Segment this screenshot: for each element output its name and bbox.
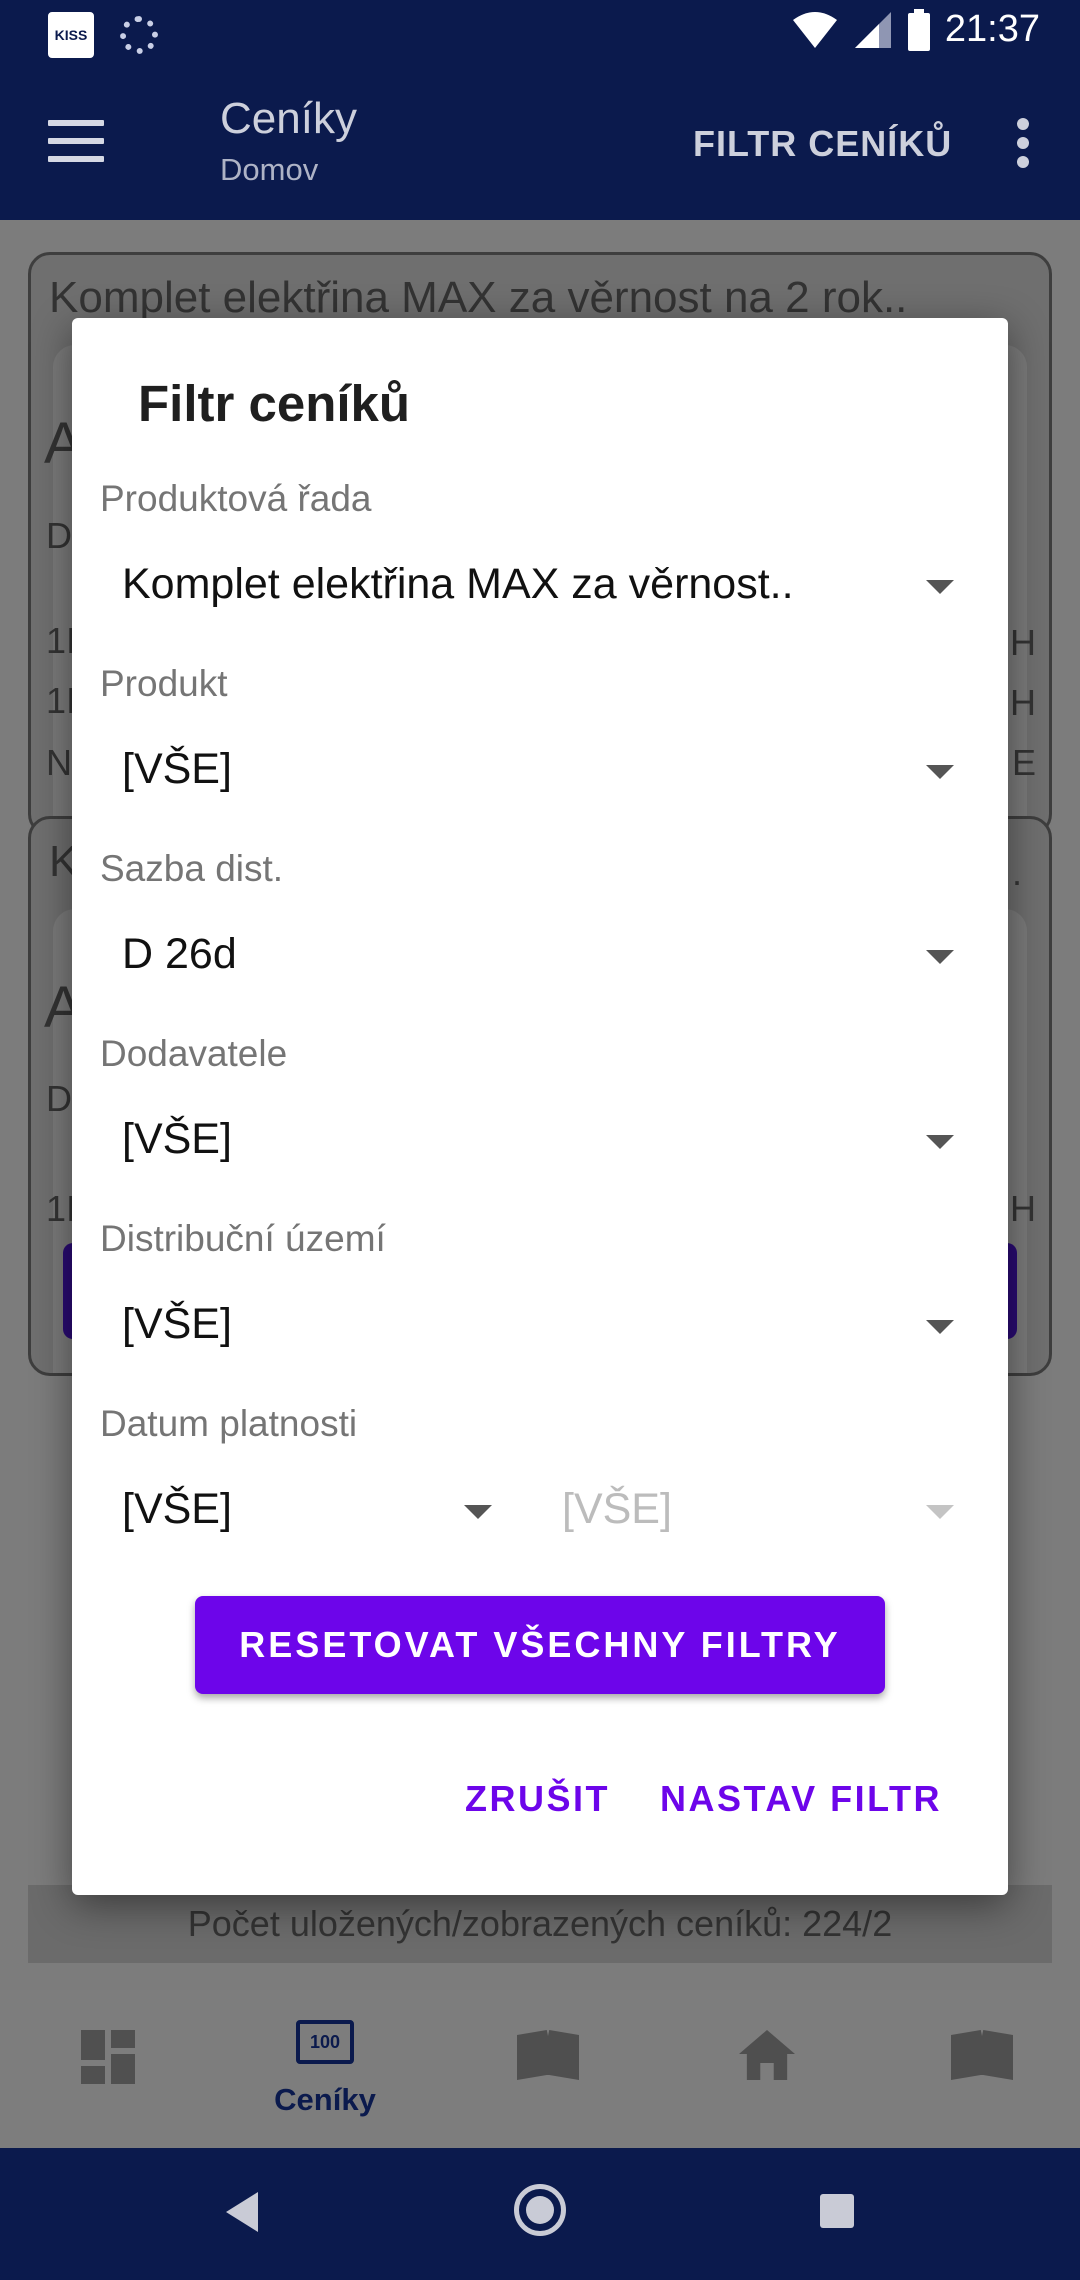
dist-area-value: [VŠE] xyxy=(122,1300,232,1348)
book-icon xyxy=(517,2030,579,2080)
product-select[interactable]: [VŠE] xyxy=(122,727,954,817)
valid-date-from-value: [VŠE] xyxy=(122,1485,232,1533)
overflow-menu-icon[interactable] xyxy=(1016,118,1030,168)
dist-rate-select[interactable]: D 26d xyxy=(122,912,954,1002)
map-book-icon xyxy=(951,2030,1013,2080)
dropdown-arrow-icon xyxy=(926,1135,954,1149)
cell-signal-icon xyxy=(854,11,891,48)
apply-filter-button[interactable]: NASTAV FILTR xyxy=(660,1778,942,1820)
kiss-app-icon: KISS xyxy=(48,12,94,58)
dist-rate-label: Sazba dist. xyxy=(100,848,284,889)
product-line-label: Produktová řada xyxy=(100,478,372,519)
valid-date-to-value: [VŠE] xyxy=(562,1485,672,1533)
nav-prices-label: Ceníky xyxy=(274,2082,376,2117)
dropdown-arrow-icon xyxy=(926,580,954,594)
status-bar: KISS 21:37 xyxy=(0,0,1080,68)
nav-dashboard[interactable] xyxy=(68,2030,148,2110)
dist-rate-value: D 26d xyxy=(122,930,237,978)
reset-all-filters-button[interactable]: RESETOVAT VŠECHNY FILTRY xyxy=(195,1596,885,1694)
system-home-icon[interactable] xyxy=(514,2184,566,2236)
product-label: Produkt xyxy=(100,663,228,704)
nav-prices[interactable]: 100 Ceníky xyxy=(270,2020,380,2117)
product-value: [VŠE] xyxy=(122,745,232,793)
dropdown-arrow-icon xyxy=(926,950,954,964)
nav-book[interactable] xyxy=(508,2030,588,2110)
price-list-icon: 100 xyxy=(296,2020,354,2064)
dropdown-arrow-icon xyxy=(926,1320,954,1334)
bottom-navigation: 100 Ceníky xyxy=(0,1990,1080,2148)
valid-date-label: Datum platnosti xyxy=(100,1403,358,1444)
system-recents-icon[interactable] xyxy=(820,2194,854,2228)
price-count-bar: Počet uložených/zobrazených ceníků: 224/… xyxy=(28,1885,1052,1963)
dist-area-select[interactable]: [VŠE] xyxy=(122,1282,954,1372)
clock: 21:37 xyxy=(944,8,1040,50)
system-back-icon[interactable] xyxy=(226,2192,258,2232)
battery-icon xyxy=(907,8,930,51)
dropdown-arrow-icon xyxy=(926,765,954,779)
dropdown-arrow-icon xyxy=(926,1505,954,1519)
product-line-value: Komplet elektřina MAX za věrnost.. xyxy=(122,560,794,608)
product-line-select[interactable]: Komplet elektřina MAX za věrnost.. xyxy=(122,542,954,632)
sync-icon xyxy=(120,16,158,54)
suppliers-value: [VŠE] xyxy=(122,1115,232,1163)
suppliers-label: Dodavatele xyxy=(100,1033,288,1074)
page-subtitle: Domov xyxy=(220,152,319,187)
cancel-button[interactable]: ZRUŠIT xyxy=(465,1778,610,1820)
wifi-icon xyxy=(792,11,837,48)
hamburger-menu-icon[interactable] xyxy=(48,120,104,162)
system-navigation-bar xyxy=(0,2148,1080,2280)
page-title: Ceníky xyxy=(220,94,357,143)
filter-dialog: Filtr ceníků Produktová řada Komplet ele… xyxy=(72,318,1008,1895)
nav-map-book[interactable] xyxy=(942,2030,1022,2110)
dialog-title: Filtr ceníků xyxy=(138,375,411,432)
dropdown-arrow-icon xyxy=(464,1505,492,1519)
suppliers-select[interactable]: [VŠE] xyxy=(122,1097,954,1187)
dashboard-icon xyxy=(81,2030,135,2084)
home-icon xyxy=(739,2030,795,2080)
nav-home[interactable] xyxy=(727,2030,807,2110)
valid-date-to-select: [VŠE] xyxy=(562,1467,954,1557)
filter-prices-action[interactable]: FILTR CENÍKŮ xyxy=(693,123,952,165)
dist-area-label: Distribuční území xyxy=(100,1218,386,1259)
valid-date-from-select[interactable]: [VŠE] xyxy=(122,1467,492,1557)
app-bar: Ceníky Domov FILTR CENÍKŮ xyxy=(0,68,1080,220)
